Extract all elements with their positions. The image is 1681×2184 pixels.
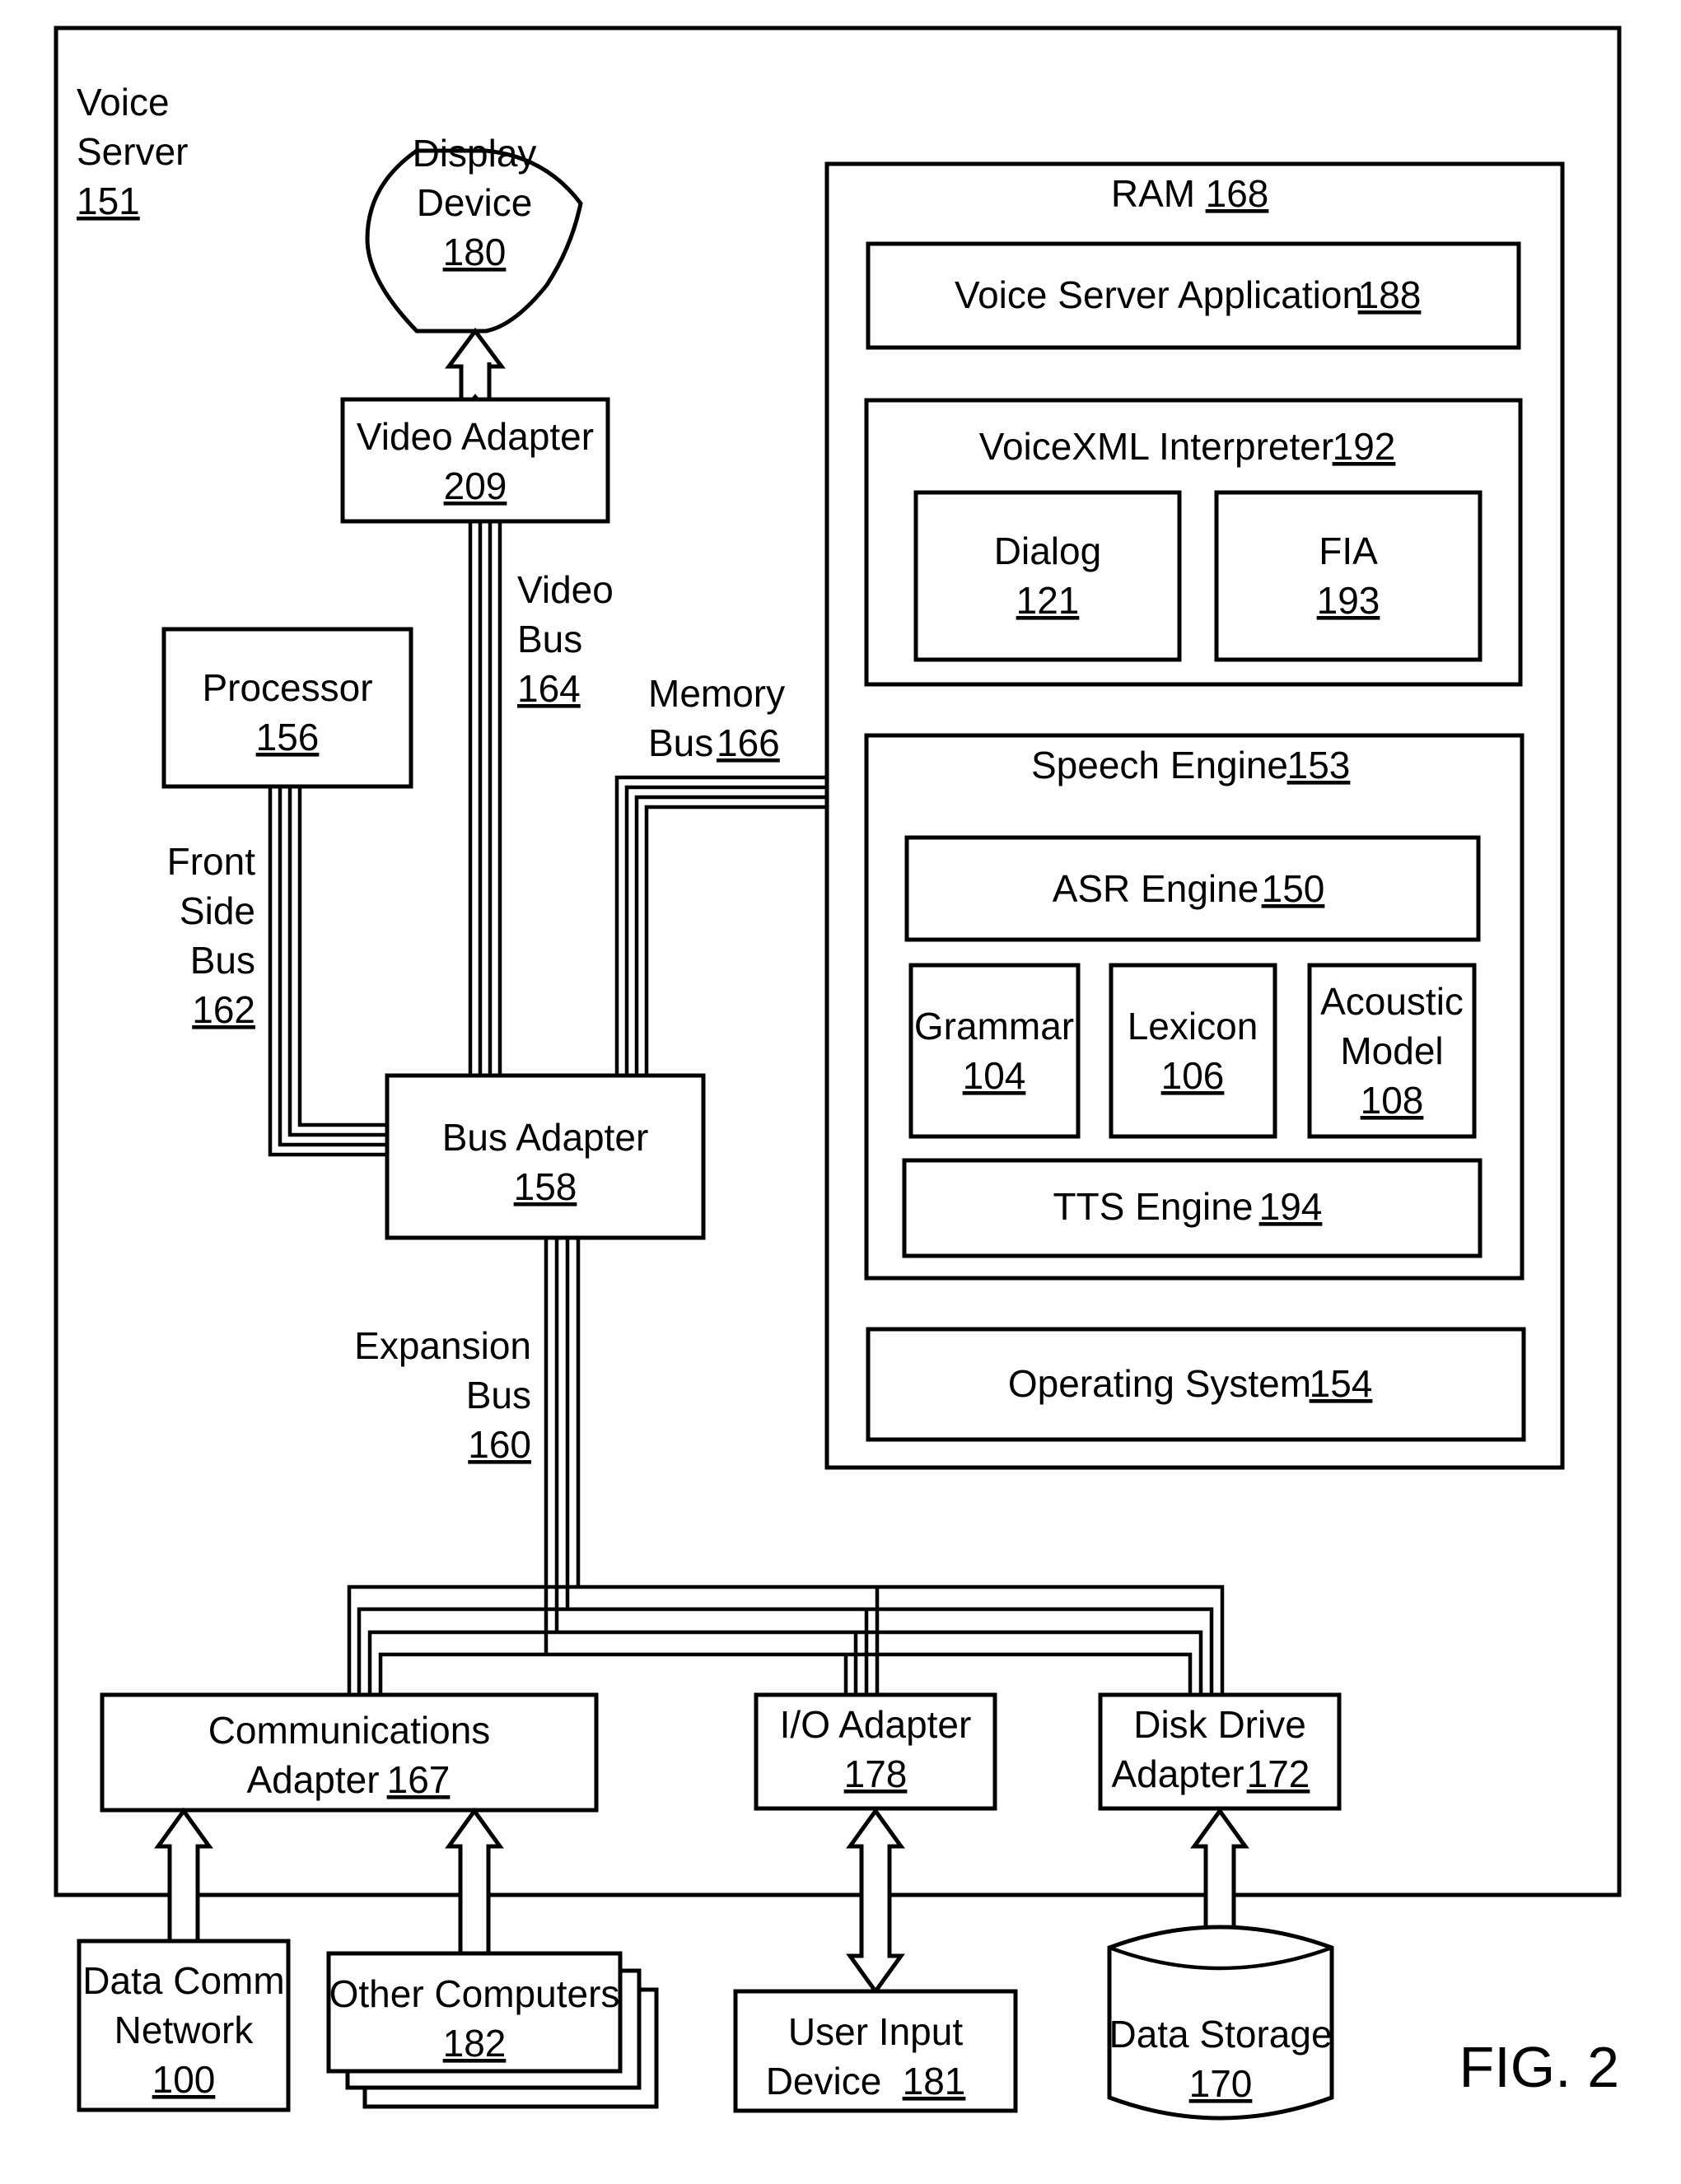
communications-adapter-ref: 167 <box>387 1758 451 1801</box>
processor-ref: 156 <box>256 716 320 758</box>
svg-text:Video: Video <box>517 568 614 611</box>
grammar-box <box>908 963 1081 1139</box>
svg-text:162: 162 <box>192 988 255 1031</box>
voice-server-application-name: Voice Server Application <box>955 273 1363 316</box>
svg-text:166: 166 <box>717 721 780 764</box>
communications-adapter-line2: Adapter <box>246 1758 379 1801</box>
operating-system-name: Operating System <box>1008 1362 1311 1405</box>
voice-server-application-ref: 188 <box>1358 273 1422 316</box>
ram-name: RAM <box>1111 172 1195 215</box>
other-computers-ref: 182 <box>443 2022 507 2065</box>
data-storage-ref: 170 <box>1189 2062 1253 2105</box>
acoustic-model-ref: 108 <box>1361 1079 1424 1122</box>
tts-engine-ref: 194 <box>1259 1185 1323 1228</box>
lexicon-box <box>1109 963 1277 1139</box>
fia-name: FIA <box>1319 530 1378 572</box>
video-adapter-ref: 209 <box>444 464 507 507</box>
dialog-ref: 121 <box>1016 579 1080 622</box>
svg-text:Server: Server <box>77 130 188 173</box>
voice-server-block-diagram: Voice Server 151 Display Device 180 Vide… <box>54 26 1622 2121</box>
user-input-device-line1: User Input <box>788 2010 963 2053</box>
svg-text:Voice: Voice <box>77 81 170 124</box>
user-input-device-line2: Device <box>766 2060 882 2102</box>
lexicon-name: Lexicon <box>1128 1005 1258 1048</box>
speech-engine-ref: 153 <box>1287 744 1351 786</box>
disk-drive-adapter-line1: Disk Drive <box>1133 1703 1306 1746</box>
ram-ref: 168 <box>1206 172 1269 215</box>
bus-adapter-ref: 158 <box>514 1165 577 1208</box>
asr-engine-name: ASR Engine <box>1053 867 1259 910</box>
figure-label: FIG. 2 <box>1459 2035 1619 2099</box>
data-comm-network-line1: Data Comm <box>82 1959 284 2002</box>
svg-text:Front: Front <box>167 840 256 883</box>
acoustic-model-line2: Model <box>1340 1029 1443 1072</box>
dialog-name: Dialog <box>994 530 1101 572</box>
data-comm-network-ref: 100 <box>152 2058 216 2101</box>
data-comm-network-line2: Network <box>114 2009 254 2051</box>
io-user-input-arrow <box>846 1807 905 1995</box>
svg-text:Memory: Memory <box>648 672 785 715</box>
svg-text:Bus: Bus <box>648 721 713 764</box>
svg-text:151: 151 <box>77 180 140 222</box>
svg-text:Device: Device <box>417 181 533 224</box>
data-storage-name: Data Storage <box>1109 2013 1332 2056</box>
svg-text:Bus: Bus <box>466 1374 531 1416</box>
disk-drive-adapter-line2: Adapter <box>1111 1752 1244 1795</box>
fia-box <box>1214 490 1483 662</box>
other-computers-name: Other Computers <box>329 1972 620 2015</box>
fia-ref: 193 <box>1317 579 1380 622</box>
user-input-device-ref: 181 <box>903 2060 966 2102</box>
disk-drive-adapter-ref: 172 <box>1247 1752 1310 1795</box>
speech-engine-name: Speech Engine <box>1031 744 1288 786</box>
svg-text:Expansion: Expansion <box>354 1324 531 1367</box>
bus-adapter-name: Bus Adapter <box>442 1116 649 1159</box>
svg-text:Bus: Bus <box>190 939 255 982</box>
asr-engine-ref: 150 <box>1262 867 1325 910</box>
acoustic-model-line1: Acoustic <box>1320 980 1464 1023</box>
processor-name: Processor <box>202 666 372 709</box>
grammar-name: Grammar <box>914 1005 1074 1048</box>
video-adapter-name: Video Adapter <box>357 415 594 458</box>
svg-text:Display: Display <box>413 132 537 175</box>
operating-system-ref: 154 <box>1310 1362 1373 1405</box>
tts-engine-name: TTS Engine <box>1053 1185 1254 1228</box>
svg-text:160: 160 <box>468 1423 531 1466</box>
io-adapter-name: I/O Adapter <box>780 1703 972 1746</box>
voicexml-interpreter-name: VoiceXML Interpreter <box>979 425 1333 468</box>
svg-text:164: 164 <box>517 667 581 710</box>
svg-text:180: 180 <box>443 231 507 273</box>
data-storage-cylinder: Data Storage 170 <box>1107 1925 1334 2121</box>
dialog-box <box>913 490 1182 662</box>
other-computers-stack: Other Computers 182 <box>326 1951 659 2109</box>
communications-adapter-line1: Communications <box>208 1709 491 1752</box>
grammar-ref: 104 <box>963 1054 1026 1097</box>
lexicon-ref: 106 <box>1161 1054 1225 1097</box>
svg-text:Side: Side <box>180 889 255 932</box>
io-adapter-ref: 178 <box>844 1752 908 1795</box>
voicexml-interpreter-ref: 192 <box>1333 425 1396 468</box>
svg-text:Bus: Bus <box>517 618 582 660</box>
